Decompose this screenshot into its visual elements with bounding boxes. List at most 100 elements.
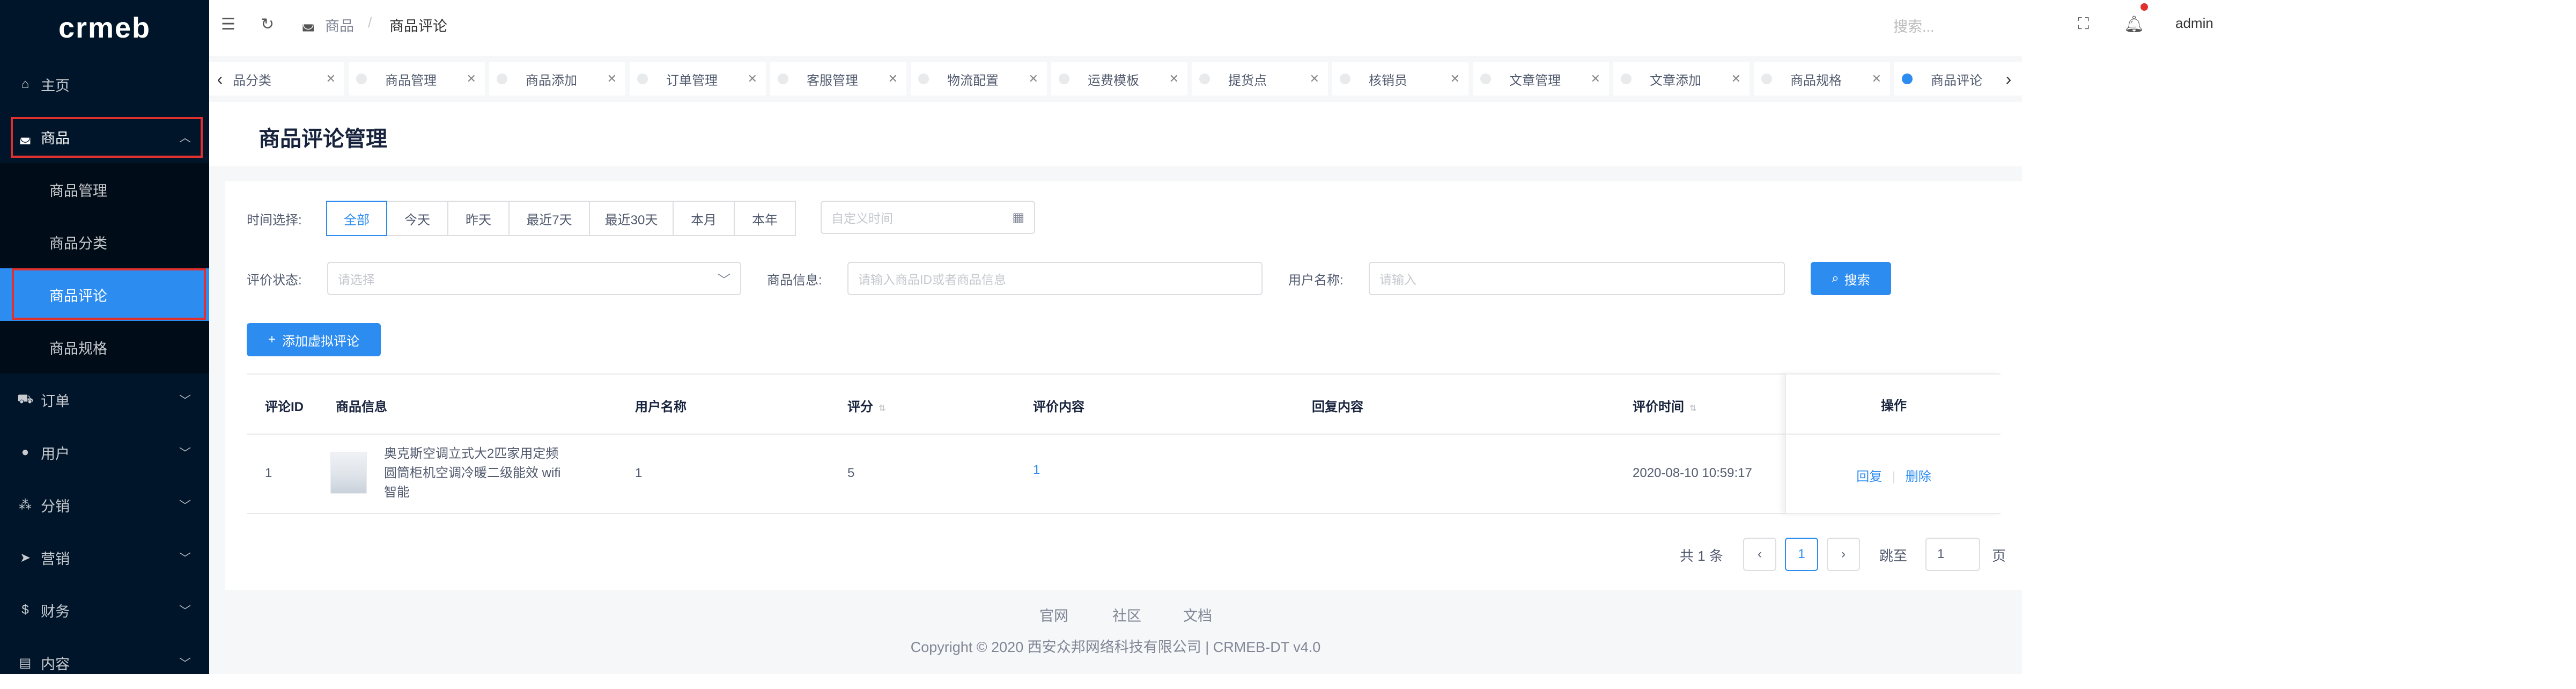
- pagination-total: 共 1 条: [1680, 548, 1723, 564]
- product-thumbnail[interactable]: [330, 452, 367, 494]
- footer-link-community[interactable]: 社区: [1112, 604, 1141, 625]
- menu-item-distribution[interactable]: ⁂ 分销 ﹀: [0, 479, 209, 531]
- chevron-down-icon: ﹀: [179, 657, 191, 670]
- menu-item-orders[interactable]: ⛟ 订单 ﹀: [0, 373, 209, 426]
- footer-link-official[interactable]: 官网: [1039, 604, 1068, 625]
- status-select-placeholder: 请选择: [338, 273, 375, 287]
- date-range-input[interactable]: 自定义时间 ▦: [821, 201, 1035, 234]
- close-icon[interactable]: ✕: [1029, 72, 1038, 86]
- submenu-item-product-manage[interactable]: 商品管理: [0, 163, 209, 216]
- pagination-jump-input[interactable]: 1: [1925, 538, 1980, 571]
- tab-service-manage[interactable]: 客服管理 ✕: [770, 62, 906, 96]
- pagination-jump-label: 跳至: [1879, 548, 1908, 564]
- refresh-icon[interactable]: ↻: [261, 15, 274, 34]
- pagination-next[interactable]: ›: [1827, 538, 1860, 571]
- time-option-today[interactable]: 今天: [386, 201, 448, 236]
- time-filter-label: 时间选择:: [247, 213, 302, 228]
- close-icon[interactable]: ✕: [1591, 72, 1600, 86]
- pagination-page-1[interactable]: 1: [1785, 538, 1818, 571]
- chevron-down-icon: ﹀: [179, 446, 191, 460]
- tab-logistics-config[interactable]: 物流配置 ✕: [911, 62, 1047, 96]
- highlight-box-product: [11, 117, 203, 158]
- add-virtual-review-button[interactable]: + 添加虚拟评论: [247, 323, 381, 356]
- tab-verifier[interactable]: 核销员 ✕: [1332, 62, 1468, 96]
- menu-label: 财务: [41, 603, 70, 620]
- cell-review-content[interactable]: 1: [1033, 463, 1040, 478]
- chevron-down-icon: ﹀: [179, 499, 191, 512]
- tabs-scroll-left-icon[interactable]: ‹: [209, 62, 231, 96]
- search-button-label: 搜索: [1844, 273, 1870, 288]
- tab-label: 商品添加: [526, 73, 577, 88]
- menu-toggle-icon[interactable]: ☰: [221, 15, 235, 34]
- delete-link[interactable]: 删除: [1906, 470, 1931, 484]
- tab-order-manage[interactable]: 订单管理 ✕: [630, 62, 766, 96]
- close-icon[interactable]: ✕: [1310, 72, 1319, 86]
- tabs-scroll-right-icon[interactable]: ›: [1995, 62, 2022, 96]
- logo[interactable]: crmeb: [0, 0, 209, 56]
- close-icon[interactable]: ✕: [326, 72, 336, 86]
- tab-article-manage[interactable]: 文章管理 ✕: [1473, 62, 1609, 96]
- footer-link-docs[interactable]: 文档: [1183, 604, 1212, 625]
- time-option-year[interactable]: 本年: [734, 201, 796, 236]
- time-option-month[interactable]: 本月: [673, 201, 735, 236]
- basket-icon: ◛: [301, 15, 315, 31]
- actions-column: 操作 回复 | 删除: [1785, 373, 2002, 514]
- user-menu[interactable]: admin: [2175, 15, 2213, 32]
- status-select[interactable]: 请选择 ﹀: [327, 262, 741, 295]
- time-option-30days[interactable]: 最近30天: [589, 201, 674, 236]
- bell-icon[interactable]: 🔔︎: [2124, 15, 2144, 34]
- tab-product-specs[interactable]: 商品规格 ✕: [1754, 62, 1890, 96]
- tab-product-category[interactable]: 品分类 ✕: [231, 62, 344, 96]
- close-icon[interactable]: ✕: [1450, 72, 1460, 86]
- pagination-prev[interactable]: ‹: [1743, 538, 1776, 571]
- product-search-input[interactable]: 请输入商品ID或者商品信息: [847, 262, 1263, 295]
- chevron-left-icon: ‹: [1758, 547, 1762, 561]
- menu-item-users[interactable]: ● 用户 ﹀: [0, 426, 209, 479]
- page-title: 商品评论管理: [259, 127, 387, 151]
- header-search[interactable]: 搜索...: [1893, 15, 1935, 36]
- menu-item-marketing[interactable]: ➤ 营销 ﹀: [0, 531, 209, 584]
- row-actions: 回复 | 删除: [1786, 466, 2002, 485]
- col-reply-content: 回复内容: [1312, 400, 1363, 414]
- tab-product-add[interactable]: 商品添加 ✕: [489, 62, 625, 96]
- time-option-7days[interactable]: 最近7天: [508, 201, 590, 236]
- menu-item-home[interactable]: ⌂ 主页: [0, 58, 209, 111]
- close-icon[interactable]: ✕: [748, 72, 757, 86]
- breadcrumb-root[interactable]: 商品: [325, 14, 354, 35]
- col-review-time[interactable]: 评价时间 ⇅: [1633, 396, 1696, 415]
- tab-dot-icon: [1761, 74, 1772, 84]
- col-score[interactable]: 评分 ⇅: [847, 396, 885, 415]
- menu-item-finance[interactable]: $ 财务 ﹀: [0, 584, 209, 636]
- close-icon[interactable]: ✕: [1169, 72, 1179, 86]
- menu-item-content[interactable]: ▤ 内容 ﹀: [0, 636, 209, 689]
- col-score-label: 评分: [847, 400, 873, 414]
- close-icon[interactable]: ✕: [888, 72, 898, 86]
- tab-pickup-point[interactable]: 提货点 ✕: [1192, 62, 1328, 96]
- submenu-item-product-specs[interactable]: 商品规格: [0, 321, 209, 373]
- sort-icon[interactable]: ⇅: [879, 404, 885, 413]
- tab-article-add[interactable]: 文章添加 ✕: [1613, 62, 1750, 96]
- tab-label: 物流配置: [947, 73, 999, 88]
- username-input[interactable]: 请输入: [1369, 262, 1785, 295]
- cell-review-time: 2020-08-10 10:59:17: [1633, 466, 1752, 480]
- fullscreen-icon[interactable]: ⛶: [2078, 15, 2089, 33]
- col-review-content: 评价内容: [1033, 400, 1084, 414]
- sort-icon[interactable]: ⇅: [1689, 404, 1696, 413]
- cell-review-id: 1: [265, 466, 272, 480]
- close-icon[interactable]: ✕: [467, 72, 476, 86]
- tab-label: 商品评论: [1931, 73, 1982, 88]
- tab-product-manage[interactable]: 商品管理 ✕: [349, 62, 485, 96]
- footer: 官网 社区 文档 Copyright © 2020 西安众邦网络科技有限公司 |…: [209, 590, 2022, 674]
- chevron-down-icon: ﹀: [179, 552, 191, 565]
- cell-score: 5: [847, 466, 855, 480]
- close-icon[interactable]: ✕: [1872, 72, 1881, 86]
- submenu-item-product-category[interactable]: 商品分类: [0, 216, 209, 268]
- tab-shipping-template[interactable]: 运费模板 ✕: [1051, 62, 1187, 96]
- close-icon[interactable]: ✕: [1731, 72, 1741, 86]
- time-option-all[interactable]: 全部: [326, 201, 387, 236]
- close-icon[interactable]: ✕: [607, 72, 617, 86]
- reply-link[interactable]: 回复: [1856, 470, 1882, 484]
- tab-dot-icon: [1199, 74, 1210, 84]
- time-option-yesterday[interactable]: 昨天: [447, 201, 510, 236]
- search-button[interactable]: ⌕ 搜索: [1811, 262, 1891, 295]
